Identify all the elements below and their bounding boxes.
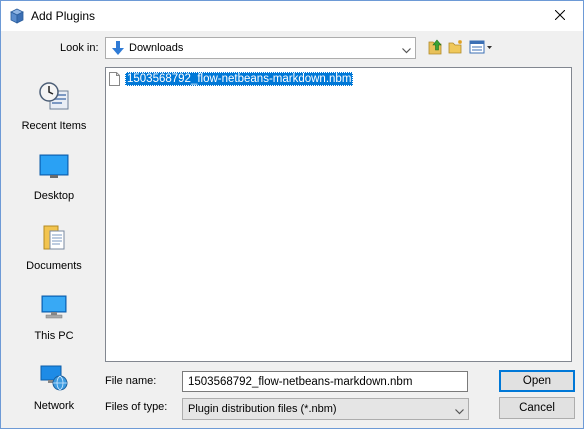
look-in-label: Look in: bbox=[60, 42, 99, 54]
view-menu-button[interactable] bbox=[468, 38, 494, 58]
place-network[interactable]: Network bbox=[9, 363, 99, 412]
up-one-level-icon bbox=[427, 39, 443, 58]
downloads-folder-icon bbox=[111, 41, 125, 56]
file-name-label: File name: bbox=[105, 375, 157, 387]
add-plugins-dialog: Add Plugins Look in: Downloads Recent It… bbox=[0, 0, 584, 429]
documents-icon bbox=[9, 223, 99, 254]
view-menu-icon bbox=[469, 40, 493, 57]
new-folder-button[interactable] bbox=[447, 38, 465, 58]
file-name: 1503568792_flow-netbeans-markdown.nbm bbox=[125, 72, 354, 86]
title-bar[interactable]: Add Plugins bbox=[1, 1, 583, 31]
close-button[interactable] bbox=[537, 1, 583, 31]
up-one-level-button[interactable] bbox=[426, 38, 444, 58]
chevron-down-icon bbox=[402, 45, 411, 54]
create-new-folder-icon bbox=[448, 39, 464, 58]
list-item[interactable]: 1503568792_flow-netbeans-markdown.nbm bbox=[109, 70, 354, 88]
place-label: Network bbox=[33, 400, 75, 412]
window-title: Add Plugins bbox=[31, 9, 96, 23]
file-name-field[interactable] bbox=[182, 371, 468, 392]
network-icon bbox=[9, 363, 99, 394]
files-of-type-value: Plugin distribution files (*.nbm) bbox=[188, 403, 337, 415]
place-label: Recent Items bbox=[21, 120, 87, 132]
files-of-type-combo[interactable]: Plugin distribution files (*.nbm) bbox=[182, 398, 469, 420]
netbeans-cube-icon bbox=[9, 8, 25, 24]
place-label: Desktop bbox=[33, 190, 75, 202]
place-label: Documents bbox=[26, 260, 82, 272]
places-bar: Recent Items Desktop Documents This PC N… bbox=[9, 67, 99, 422]
desktop-icon bbox=[9, 153, 99, 184]
recent-items-icon bbox=[9, 81, 99, 114]
place-documents[interactable]: Documents bbox=[9, 223, 99, 272]
place-recent-items[interactable]: Recent Items bbox=[9, 81, 99, 132]
look-in-value: Downloads bbox=[129, 42, 184, 54]
this-pc-icon bbox=[9, 293, 99, 324]
close-icon bbox=[554, 9, 566, 23]
place-this-pc[interactable]: This PC bbox=[9, 293, 99, 342]
open-button[interactable]: Open bbox=[499, 370, 575, 392]
place-label: This PC bbox=[34, 330, 74, 342]
place-desktop[interactable]: Desktop bbox=[9, 153, 99, 202]
look-in-combo[interactable]: Downloads bbox=[105, 37, 416, 59]
cancel-button[interactable]: Cancel bbox=[499, 397, 575, 419]
files-of-type-label: Files of type: bbox=[105, 401, 168, 413]
file-icon bbox=[109, 72, 120, 86]
chevron-down-icon bbox=[455, 406, 464, 415]
file-list[interactable]: 1503568792_flow-netbeans-markdown.nbm bbox=[105, 67, 572, 362]
